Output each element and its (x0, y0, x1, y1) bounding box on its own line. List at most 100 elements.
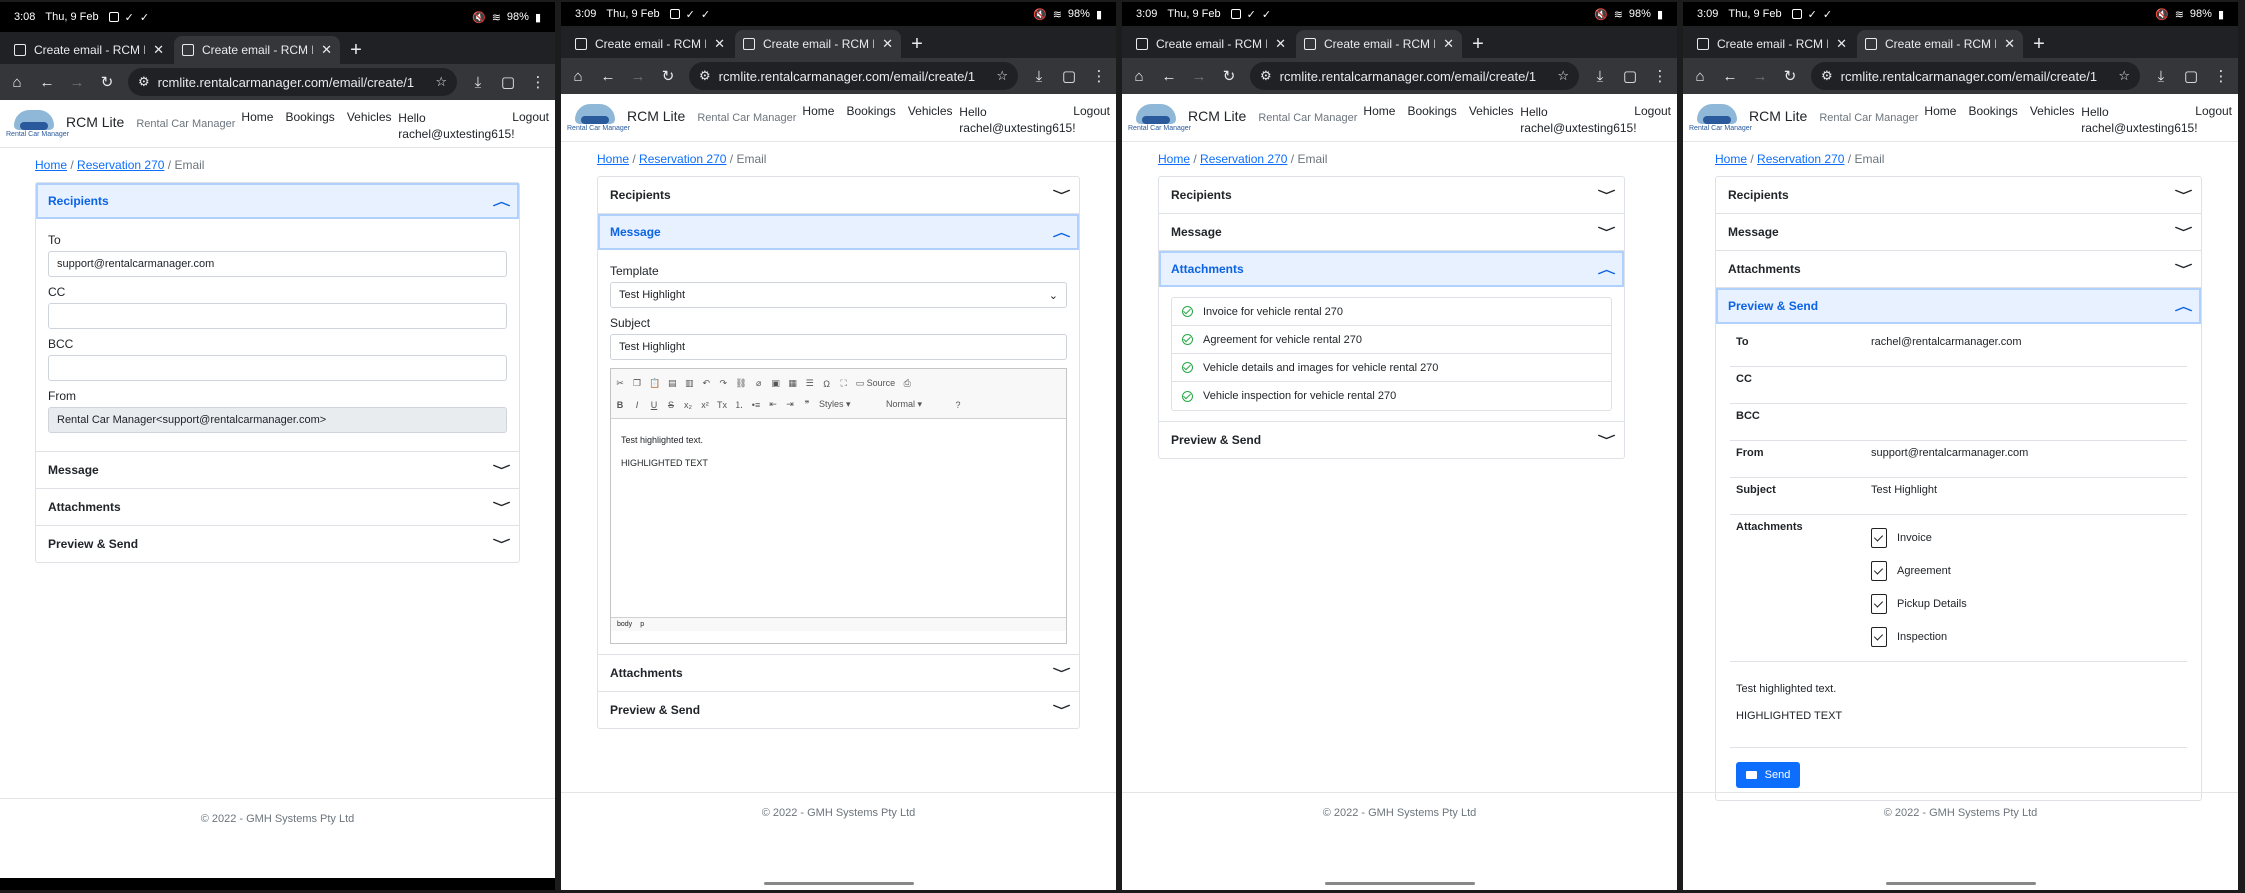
tab-count-icon[interactable]: ▢ (1060, 67, 1078, 85)
url-field[interactable]: ⚙ rcmlite.rentalcarmanager.com/email/crea… (689, 62, 1018, 90)
site-info-icon[interactable]: ⚙ (1260, 68, 1272, 84)
preview-send-header[interactable]: Preview & Send ﹀ (598, 692, 1079, 728)
subject-input[interactable]: Test Highlight (610, 334, 1067, 360)
back-icon[interactable]: ← (599, 68, 617, 85)
reload-icon[interactable]: ↻ (98, 73, 116, 91)
logout-link[interactable]: Logout (1634, 104, 1671, 118)
cut-icon[interactable]: ✂ (615, 378, 625, 389)
print-icon[interactable]: ⎙ (902, 378, 912, 389)
tab-count-icon[interactable]: ▢ (2182, 67, 2200, 85)
preview-attachment[interactable]: Invoice (1871, 521, 2187, 554)
back-icon[interactable]: ← (1160, 68, 1178, 85)
rcm-logo[interactable]: Rental Car Manager (567, 100, 630, 136)
close-icon[interactable]: ✕ (1275, 36, 1286, 52)
reload-icon[interactable]: ↻ (659, 67, 677, 85)
browser-tab-active[interactable]: Create email - RCM Lite✕ (174, 36, 340, 64)
nav-bookings[interactable]: Bookings (1407, 104, 1456, 118)
new-tab-icon[interactable]: + (903, 30, 931, 58)
brand-name[interactable]: RCM Lite (1749, 108, 1807, 124)
nav-bookings[interactable]: Bookings (846, 104, 895, 118)
rcm-logo[interactable]: Rental Car Manager (1689, 100, 1752, 136)
table-icon[interactable]: ▦ (788, 378, 798, 389)
paste-icon[interactable]: 📋 (649, 378, 660, 389)
brand-name[interactable]: RCM Lite (66, 114, 124, 130)
home-icon[interactable]: ⌂ (1691, 68, 1709, 85)
star-icon[interactable]: ☆ (996, 68, 1008, 84)
attachments-header[interactable]: Attachments ﹀ (598, 655, 1079, 691)
cc-input[interactable] (48, 303, 507, 329)
preview-send-header[interactable]: Preview & Send ﹀ (1159, 422, 1624, 458)
remove-format-icon[interactable]: Tx (717, 400, 727, 410)
crumb-reservation[interactable]: Reservation 270 (1757, 152, 1844, 166)
bullet-list-icon[interactable]: •≡ (751, 400, 761, 410)
bold-icon[interactable]: B (615, 400, 625, 410)
preview-attachment[interactable]: Pickup Details (1871, 587, 2187, 620)
crumb-home[interactable]: Home (1715, 152, 1747, 166)
preview-attachment[interactable]: Inspection (1871, 620, 2187, 653)
forward-icon[interactable]: → (1190, 68, 1208, 85)
maximize-icon[interactable]: ⛶ (839, 378, 849, 389)
message-header[interactable]: Message ︿ (598, 214, 1079, 250)
browser-tab[interactable]: Create email - RCM Lite✕ (567, 30, 733, 58)
recipients-header[interactable]: Recipients ﹀ (1716, 177, 2201, 213)
logout-link[interactable]: Logout (512, 110, 549, 124)
close-icon[interactable]: ✕ (321, 42, 332, 58)
send-button[interactable]: Send (1736, 762, 1800, 788)
crumb-home[interactable]: Home (35, 158, 67, 172)
styles-dropdown[interactable]: Styles ▾ (819, 399, 879, 410)
crumb-home[interactable]: Home (597, 152, 629, 166)
site-info-icon[interactable]: ⚙ (1821, 68, 1833, 84)
tab-count-icon[interactable]: ▢ (499, 73, 517, 91)
logout-link[interactable]: Logout (1073, 104, 1110, 118)
hr-icon[interactable]: ☰ (805, 378, 815, 389)
close-icon[interactable]: ✕ (882, 36, 893, 52)
menu-icon[interactable]: ⋮ (529, 73, 547, 91)
nav-home[interactable]: Home (1924, 104, 1956, 118)
outdent-icon[interactable]: ⇤ (768, 399, 778, 410)
new-tab-icon[interactable]: + (2025, 30, 2053, 58)
rcm-logo[interactable]: Rental Car Manager (6, 106, 69, 142)
forward-icon[interactable]: → (629, 68, 647, 85)
back-icon[interactable]: ← (1721, 68, 1739, 85)
url-field[interactable]: ⚙ rcmlite.rentalcarmanager.com/email/crea… (1250, 62, 1579, 90)
crumb-reservation[interactable]: Reservation 270 (639, 152, 726, 166)
browser-tab-active[interactable]: Create email - RCM Lite✕ (1296, 30, 1462, 58)
star-icon[interactable]: ☆ (2118, 68, 2130, 84)
nav-bookings[interactable]: Bookings (1968, 104, 2017, 118)
close-icon[interactable]: ✕ (2004, 36, 2015, 52)
format-dropdown[interactable]: Normal ▾ (886, 399, 946, 410)
crumb-reservation[interactable]: Reservation 270 (1200, 152, 1287, 166)
link-icon[interactable]: ⛓ (735, 378, 746, 389)
recipients-header[interactable]: Recipients ︿ (36, 183, 519, 219)
reload-icon[interactable]: ↻ (1781, 67, 1799, 85)
paste-word-icon[interactable]: ▥ (684, 378, 694, 389)
home-icon[interactable]: ⌂ (569, 68, 587, 85)
back-icon[interactable]: ← (38, 74, 56, 91)
reload-icon[interactable]: ↻ (1220, 67, 1238, 85)
help-icon[interactable]: ? (953, 400, 963, 410)
recipients-header[interactable]: Recipients ﹀ (1159, 177, 1624, 213)
attachment-item[interactable]: Invoice for vehicle rental 270 (1172, 298, 1611, 326)
nav-vehicles[interactable]: Vehicles (1469, 104, 1514, 118)
preview-send-header[interactable]: Preview & Send ︿ (1716, 288, 2201, 324)
close-icon[interactable]: ✕ (153, 42, 164, 58)
tab-count-icon[interactable]: ▢ (1621, 67, 1639, 85)
template-select[interactable]: Test Highlight ⌄ (610, 282, 1067, 308)
browser-tab[interactable]: Create email - RCM Lite✕ (1689, 30, 1855, 58)
home-icon[interactable]: ⌂ (8, 74, 26, 91)
nav-bookings[interactable]: Bookings (285, 110, 334, 124)
blockquote-icon[interactable]: ❞ (802, 399, 812, 410)
redo-icon[interactable]: ↷ (718, 378, 728, 389)
bcc-input[interactable] (48, 355, 507, 381)
brand-name[interactable]: RCM Lite (1188, 108, 1246, 124)
url-field[interactable]: ⚙ rcmlite.rentalcarmanager.com/email/crea… (128, 68, 457, 96)
new-tab-icon[interactable]: + (1464, 30, 1492, 58)
nav-vehicles[interactable]: Vehicles (2030, 104, 2075, 118)
close-icon[interactable]: ✕ (1836, 36, 1847, 52)
download-icon[interactable]: ⤓ (469, 74, 487, 91)
subscript-icon[interactable]: x₂ (683, 400, 693, 410)
crumb-reservation[interactable]: Reservation 270 (77, 158, 164, 172)
recipients-header[interactable]: Recipients ﹀ (598, 177, 1079, 213)
new-tab-icon[interactable]: + (342, 36, 370, 64)
italic-icon[interactable]: I (632, 400, 642, 410)
